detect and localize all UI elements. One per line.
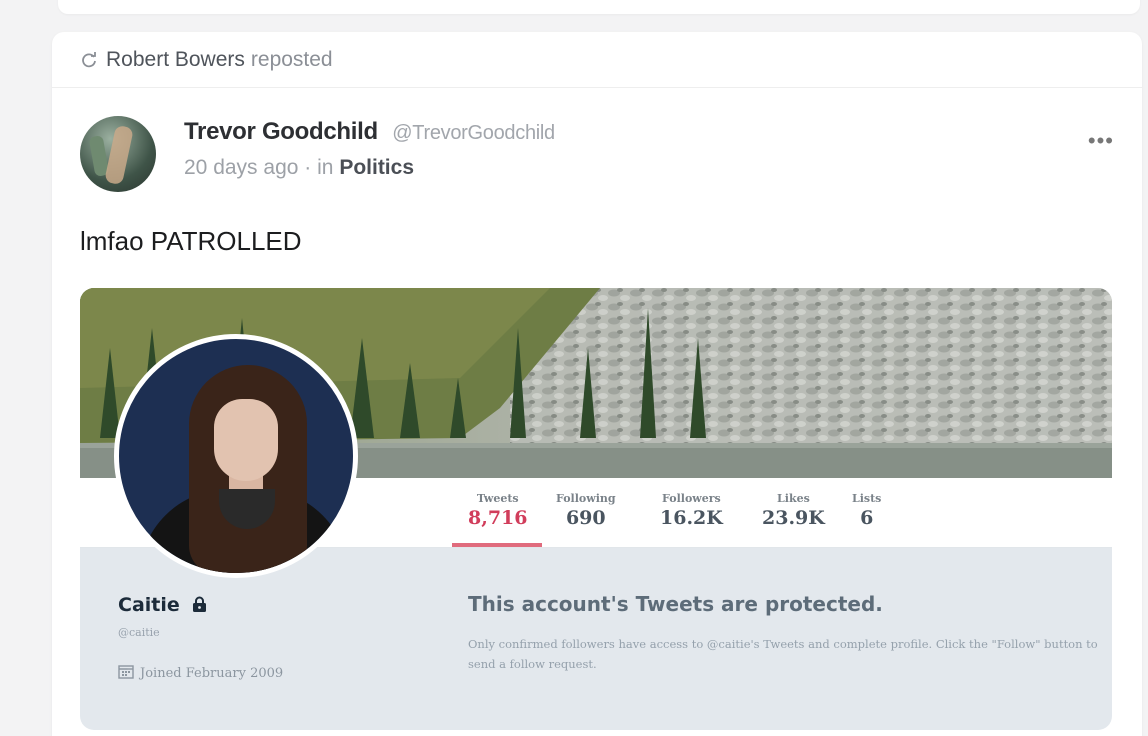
author-avatar[interactable]: [80, 116, 156, 192]
active-tab-underline: [452, 543, 542, 547]
post-card: Robert Bowers reposted Trevor Goodchild …: [52, 32, 1142, 736]
profile-avatar: [114, 334, 358, 578]
category-prefix: · in: [304, 156, 334, 179]
protected-description: Only confirmed followers have access to …: [468, 637, 1098, 671]
stat-lists[interactable]: Lists 6: [852, 492, 881, 529]
stat-likes[interactable]: Likes 23.9K: [762, 492, 825, 529]
stat-tweets[interactable]: Tweets 8,716: [468, 492, 528, 529]
lock-icon: [192, 596, 207, 618]
profile-name: Caitie: [118, 594, 207, 618]
repost-icon: [80, 51, 98, 69]
repost-bar: Robert Bowers reposted: [52, 32, 1142, 88]
author-row: Trevor Goodchild @TrevorGoodchild 20 day…: [80, 116, 555, 192]
reposter-name[interactable]: Robert Bowers: [106, 48, 245, 72]
author-name[interactable]: Trevor Goodchild: [184, 118, 378, 145]
author-meta: Trevor Goodchild @TrevorGoodchild 20 day…: [184, 118, 555, 192]
post-text: lmfao PATROLLED: [80, 226, 302, 256]
post-time: 20 days ago: [184, 156, 299, 179]
more-icon[interactable]: •••: [1088, 128, 1114, 154]
stat-followers[interactable]: Followers 16.2K: [660, 492, 723, 529]
previous-post-card: [58, 0, 1140, 14]
stat-following[interactable]: Following 690: [556, 492, 616, 529]
joined-date: Joined February 2009: [118, 664, 283, 683]
profile-handle: @caitie: [118, 626, 160, 639]
calendar-icon: [118, 664, 134, 683]
post-category-link[interactable]: Politics: [339, 156, 414, 179]
repost-action: reposted: [250, 47, 333, 71]
protected-title: This account's Tweets are protected.: [468, 592, 883, 616]
author-handle[interactable]: @TrevorGoodchild: [392, 122, 555, 144]
embedded-image[interactable]: Tweets 8,716 Following 690 Followers 16.…: [80, 288, 1112, 730]
